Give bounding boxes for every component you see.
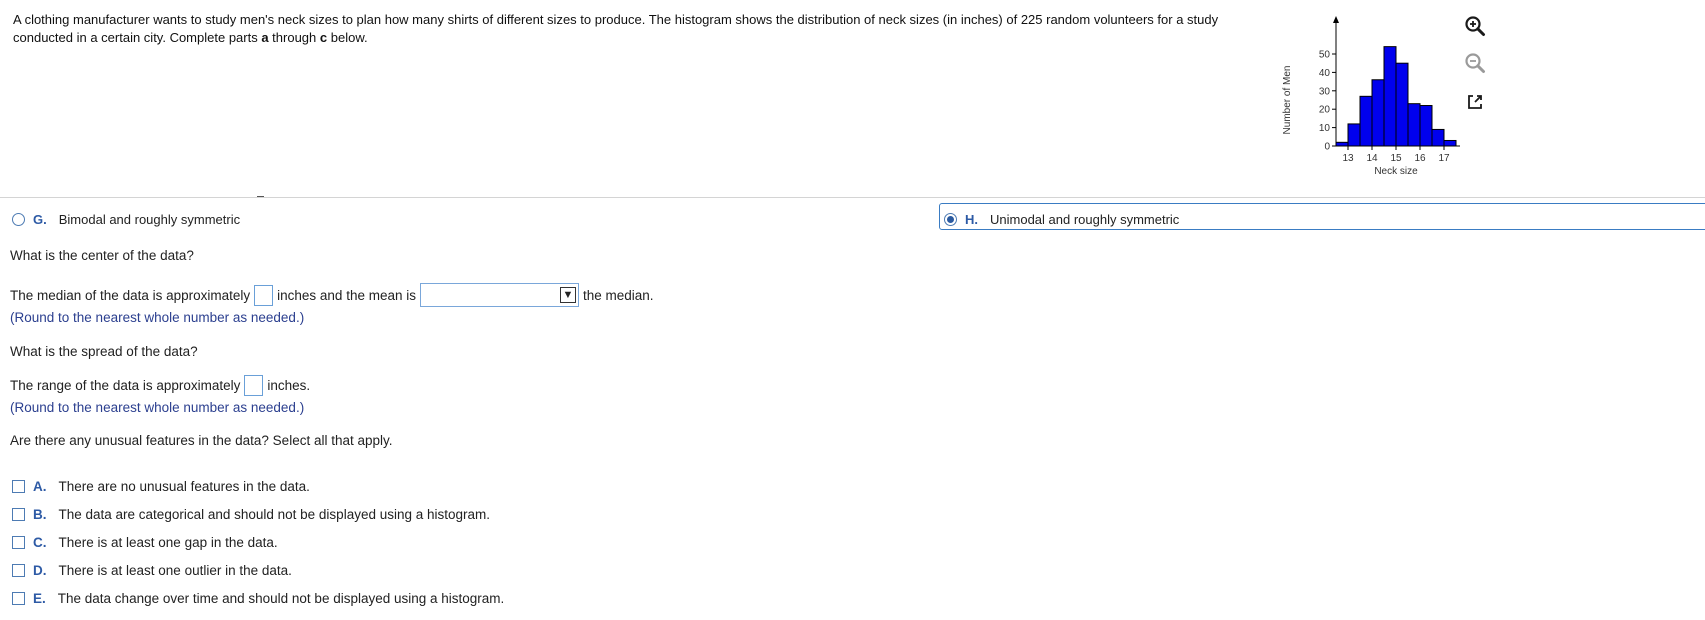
option-g-radio[interactable] (12, 212, 25, 226)
range-text: The range of the data is approximately (10, 378, 241, 393)
histogram-bar (1395, 62, 1409, 147)
option-a-letter: A. (33, 478, 47, 494)
x-tick-label: 16 (1414, 153, 1426, 164)
prompt-part-1: A clothing manufacturer wants to study m… (13, 12, 1219, 45)
y-tick-label: 10 (1319, 123, 1331, 134)
y-axis-arrow (1333, 16, 1339, 23)
median-tail-text: the median. (582, 287, 654, 303)
checkbox-option-c[interactable]: C. There is at least one gap in the data… (12, 532, 278, 552)
zoom-out-button[interactable] (1463, 51, 1487, 75)
prompt-part-2: through (268, 30, 320, 45)
section-divider (0, 197, 1705, 198)
spread-question: What is the spread of the data? (10, 344, 198, 359)
checkbox-a[interactable] (12, 479, 25, 493)
checkbox-option-d[interactable]: D. There is at least one outlier in the … (12, 560, 292, 580)
histogram-bar (1383, 46, 1397, 147)
x-tick-label: 15 (1390, 153, 1402, 164)
option-h-letter: H. (965, 211, 978, 227)
center-hint: (Round to the nearest whole number as ne… (10, 310, 305, 325)
option-d-letter: D. (33, 562, 47, 578)
checkbox-c[interactable] (12, 535, 25, 549)
checkbox-e[interactable] (12, 591, 25, 605)
y-tick-label: 30 (1319, 86, 1331, 97)
prompt-bold-a: a (261, 30, 269, 45)
spread-hint: (Round to the nearest whole number as ne… (10, 400, 305, 415)
option-b-text: The data are categorical and should not … (58, 506, 491, 522)
option-h[interactable]: H. Unimodal and roughly symmetric (944, 207, 1179, 231)
question-prompt: A clothing manufacturer wants to study m… (13, 11, 1273, 47)
y-tick-label: 0 (1324, 142, 1330, 153)
popout-button[interactable] (1463, 90, 1487, 114)
option-h-radio[interactable] (944, 212, 957, 226)
zoom-in-button[interactable] (1463, 14, 1487, 38)
zoom-in-icon (1465, 16, 1485, 36)
median-input[interactable] (254, 284, 274, 306)
option-g-text: Bimodal and roughly symmetric (58, 211, 241, 227)
option-c-letter: C. (33, 534, 47, 550)
popout-icon (1468, 95, 1482, 109)
median-sentence: The median of the data is approximately … (10, 283, 654, 307)
mean-text: inches and the mean is (277, 287, 416, 303)
y-tick-label: 40 (1319, 68, 1331, 79)
x-tick-label: 13 (1342, 153, 1354, 164)
histogram-bar (1419, 105, 1433, 147)
center-question: What is the center of the data? (10, 248, 194, 263)
option-g[interactable]: G. Bimodal and roughly symmetric (12, 207, 240, 231)
option-h-text: Unimodal and roughly symmetric (990, 211, 1180, 227)
histogram-bar (1431, 128, 1445, 147)
histogram-bar (1443, 139, 1457, 147)
prompt-part-3: below. (327, 30, 368, 45)
zoom-out-icon (1465, 53, 1485, 73)
checkbox-option-e[interactable]: E. The data change over time and should … (12, 588, 504, 608)
histogram-bar (1359, 95, 1373, 147)
y-axis-label: Number of Men (1282, 66, 1293, 135)
option-c-text: There is at least one gap in the data. (58, 534, 278, 550)
mean-comparison-dropdown[interactable]: ▼ (419, 283, 579, 307)
checkbox-option-b[interactable]: B. The data are categorical and should n… (12, 504, 490, 524)
option-e-text: The data change over time and should not… (57, 590, 505, 606)
dropdown-arrow-icon[interactable]: ▼ (559, 287, 576, 303)
range-tail-text: inches. (267, 378, 311, 393)
histogram-svg: 0 10 20 30 40 50 13 14 15 16 17 Neck size Number of … (1282, 16, 1478, 177)
y-tick-label: 50 (1319, 50, 1331, 61)
checkbox-b[interactable] (12, 507, 25, 521)
x-axis-label: Neck size (1374, 166, 1418, 177)
y-tick-label: 20 (1319, 105, 1331, 116)
option-d-text: There is at least one outlier in the dat… (58, 562, 292, 578)
option-e-letter: E. (33, 590, 46, 606)
histogram-chart: 0 10 20 30 40 50 13 14 15 16 17 Neck size Number of … (1270, 14, 1478, 189)
x-tick-label: 17 (1438, 153, 1450, 164)
range-input[interactable] (244, 375, 264, 396)
histogram-bar (1407, 103, 1421, 147)
checkbox-option-a[interactable]: A. There are no unusual features in the … (12, 476, 310, 496)
option-b-letter: B. (33, 506, 47, 522)
checkbox-d[interactable] (12, 563, 25, 577)
histogram-bar (1335, 141, 1349, 147)
median-text: The median of the data is approximately (10, 287, 251, 303)
histogram-bar (1371, 79, 1385, 147)
option-a-text: There are no unusual features in the dat… (58, 478, 310, 494)
unusual-question: Are there any unusual features in the da… (10, 433, 393, 448)
range-sentence: The range of the data is approximately i… (10, 375, 310, 396)
option-g-letter: G. (33, 211, 47, 227)
histogram-bar (1347, 123, 1361, 147)
x-tick-label: 14 (1366, 153, 1378, 164)
